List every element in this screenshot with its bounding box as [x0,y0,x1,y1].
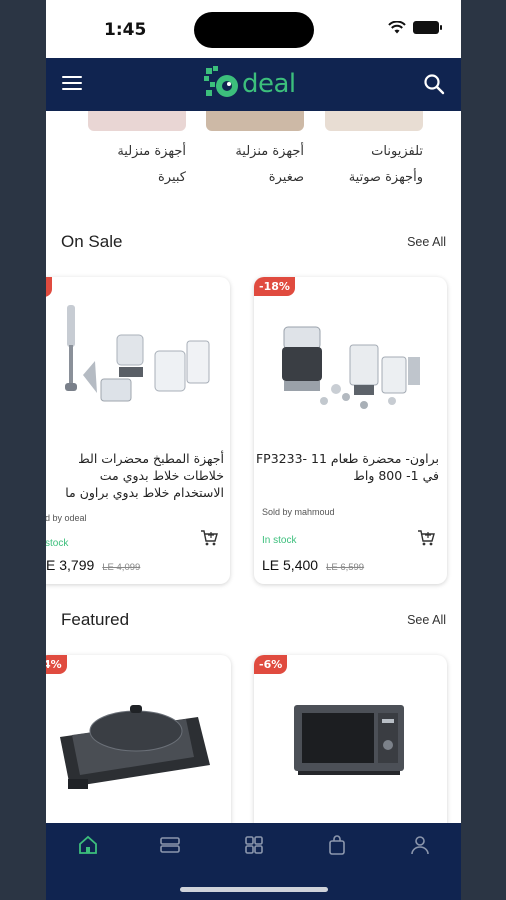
discount-badge: -6% [254,655,288,674]
app-logo[interactable]: deal [204,62,296,106]
category-label: أجهزة منزلية كبيرة [117,144,186,185]
category-image [325,111,423,131]
category-item[interactable]: أجهزة منزلية كبيرة [86,111,186,191]
status-time: 1:45 [104,20,147,40]
on-sale-header: On Sale See All [46,232,461,256]
home-indicator [180,887,328,892]
menu-icon[interactable] [62,76,82,92]
discount-badge: 4% [46,655,67,674]
product-price: E 3,799 LE 4,099 [46,557,140,573]
featured-carousel[interactable]: 4% -6% [46,655,461,823]
wifi-icon [388,21,406,34]
old-price: LE 4,099 [102,562,141,573]
dynamic-island [194,12,314,48]
add-to-cart-icon[interactable] [417,529,435,547]
home-icon[interactable] [77,834,99,856]
logo-mark-icon [204,66,238,97]
product-image [282,326,420,409]
logo-text: deal [242,69,296,99]
featured-header: Featured See All [46,610,461,634]
see-all-link[interactable]: See All [407,235,446,249]
category-image [206,111,304,131]
section-title: Featured [61,610,130,629]
status-bar: 1:45 [46,0,461,58]
product-image [294,705,404,775]
category-row: تلفزيونات وأجهزة صوتية أجهزة منزلية صغيرة … [46,111,461,201]
seller-label: d by odeal [46,513,87,523]
categories-icon[interactable] [159,834,181,856]
discount-badge [46,277,52,297]
app-screen: 1:45 deal تلفزيونات وأجهزة صوتية أجهزة م… [46,0,461,900]
product-title: أجهزة المطبخ محضرات الط خلاطات خلاط بدوي… [65,451,224,500]
seller-label: Sold by mahmoud [262,507,335,517]
product-card[interactable]: -18% براون- محضرة طعام FP3233- 11 في 1- … [254,277,447,584]
status-icons [388,21,442,34]
on-sale-carousel[interactable]: أجهزة المطبخ محضرات الط خلاطات خلاط بدوي… [46,277,461,587]
current-price: E 3,799 [46,557,95,573]
category-image [88,111,186,131]
search-icon[interactable] [423,73,445,95]
old-price: LE 6,599 [326,562,365,573]
category-label: أجهزة منزلية صغيرة [235,144,304,185]
see-all-link[interactable]: See All [407,613,446,627]
category-item[interactable]: أجهزة منزلية صغيرة [204,111,304,191]
category-label: تلفزيونات وأجهزة صوتية [348,144,423,185]
product-title: براون- محضرة طعام FP3233- 11 في 1- 800 و… [255,451,439,483]
discount-badge: -18% [254,277,295,296]
add-to-cart-icon[interactable] [200,529,218,547]
product-card[interactable]: أجهزة المطبخ محضرات الط خلاطات خلاط بدوي… [46,277,230,584]
product-price: LE 5,400 LE 6,599 [262,557,364,573]
product-card[interactable]: -6% [254,655,447,823]
home-content[interactable]: تلفزيونات وأجهزة صوتية أجهزة منزلية صغيرة … [46,111,461,823]
battery-icon [413,21,442,34]
product-image [60,705,210,789]
stock-status: In stock [262,535,297,546]
profile-icon[interactable] [409,834,431,856]
product-image [65,305,210,402]
product-card[interactable]: 4% [46,655,231,823]
stock-status: stock [46,538,69,549]
bag-icon[interactable] [326,834,348,856]
grid-icon[interactable] [243,834,265,856]
section-title: On Sale [61,232,123,251]
category-item[interactable]: تلفزيونات وأجهزة صوتية [323,111,423,191]
current-price: LE 5,400 [262,557,319,573]
top-nav: deal [46,58,461,111]
